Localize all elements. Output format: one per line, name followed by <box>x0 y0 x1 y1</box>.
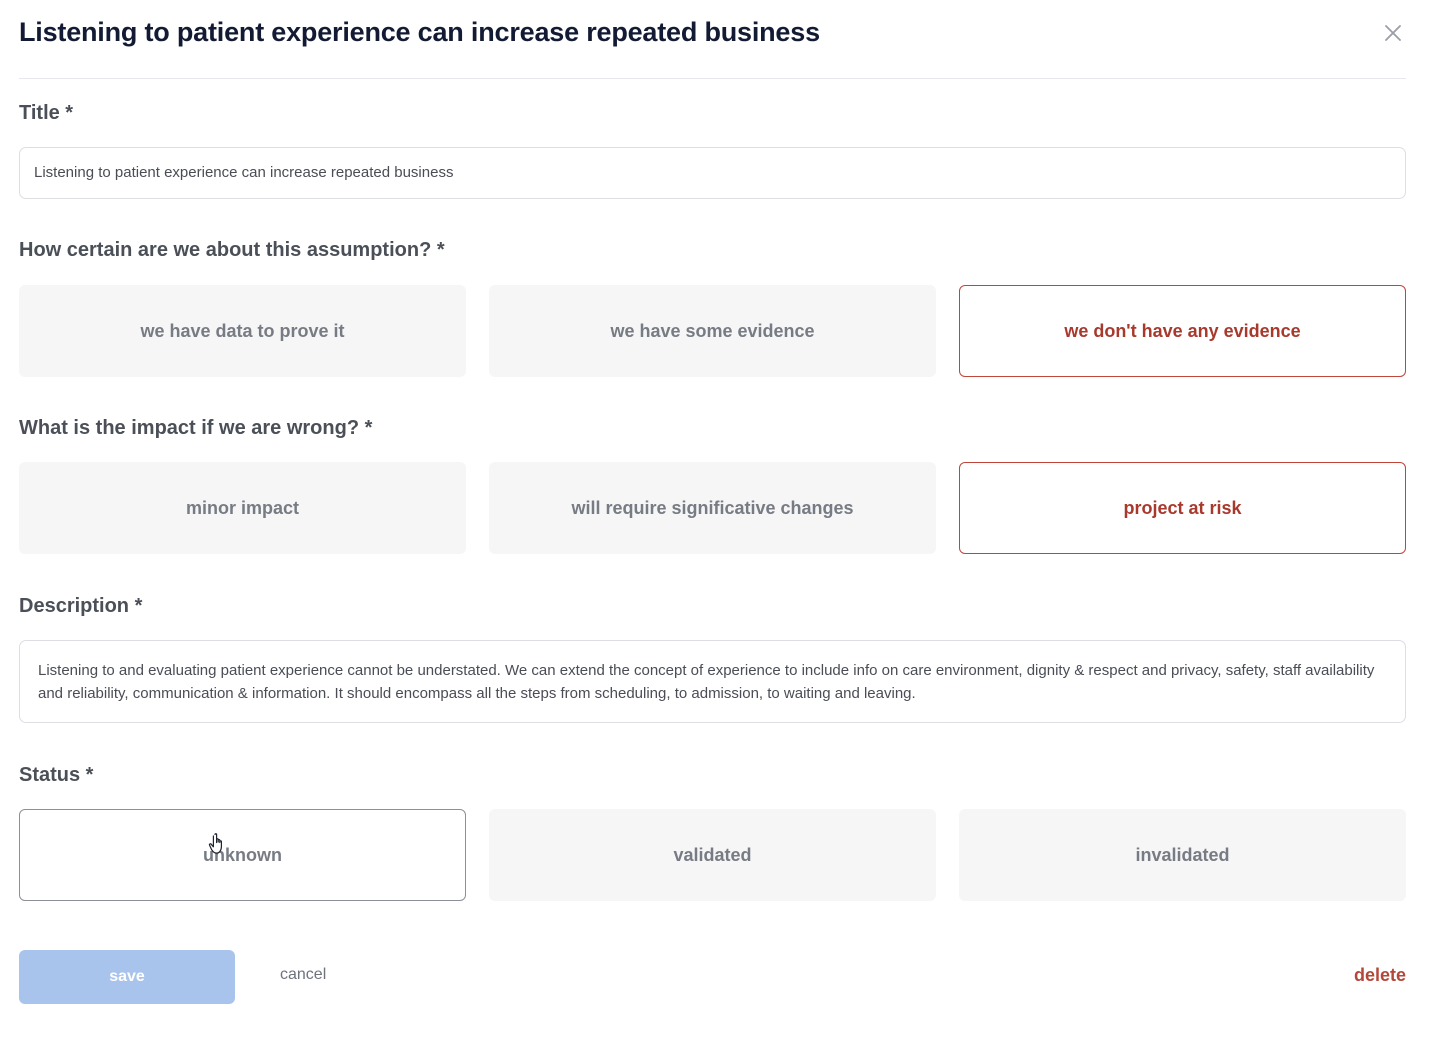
certainty-options: we have data to prove it we have some ev… <box>19 285 1406 377</box>
impact-options: minor impact will require significative … <box>19 462 1406 554</box>
status-option-unknown[interactable]: unknown <box>19 809 466 901</box>
impact-option-significant-changes[interactable]: will require significative changes <box>489 462 936 554</box>
header-divider <box>19 78 1406 79</box>
close-button[interactable] <box>1380 20 1406 46</box>
title-label: Title * <box>19 102 74 124</box>
modal-title: Listening to patient experience can incr… <box>19 17 820 47</box>
status-option-invalidated[interactable]: invalidated <box>959 809 1406 901</box>
impact-option-minor[interactable]: minor impact <box>19 462 466 554</box>
description-label: Description * <box>19 595 143 617</box>
hand-pointer-icon <box>208 833 222 854</box>
status-label: Status * <box>19 764 94 786</box>
certainty-option-some-evidence[interactable]: we have some evidence <box>489 285 936 377</box>
certainty-option-no-evidence[interactable]: we don't have any evidence <box>959 285 1406 377</box>
status-option-validated[interactable]: validated <box>489 809 936 901</box>
title-input[interactable]: Listening to patient experience can incr… <box>19 147 1406 199</box>
certainty-label: How certain are we about this assumption… <box>19 239 445 261</box>
certainty-option-data[interactable]: we have data to prove it <box>19 285 466 377</box>
close-icon <box>1385 25 1401 41</box>
impact-option-project-at-risk[interactable]: project at risk <box>959 462 1406 554</box>
impact-label: What is the impact if we are wrong? * <box>19 417 373 439</box>
cancel-button[interactable]: cancel <box>280 966 326 984</box>
edit-assumption-modal: Listening to patient experience can incr… <box>0 0 1430 1056</box>
save-button[interactable]: save <box>19 950 235 1004</box>
delete-button[interactable]: delete <box>1354 965 1406 986</box>
description-textarea[interactable]: Listening to and evaluating patient expe… <box>19 640 1406 723</box>
